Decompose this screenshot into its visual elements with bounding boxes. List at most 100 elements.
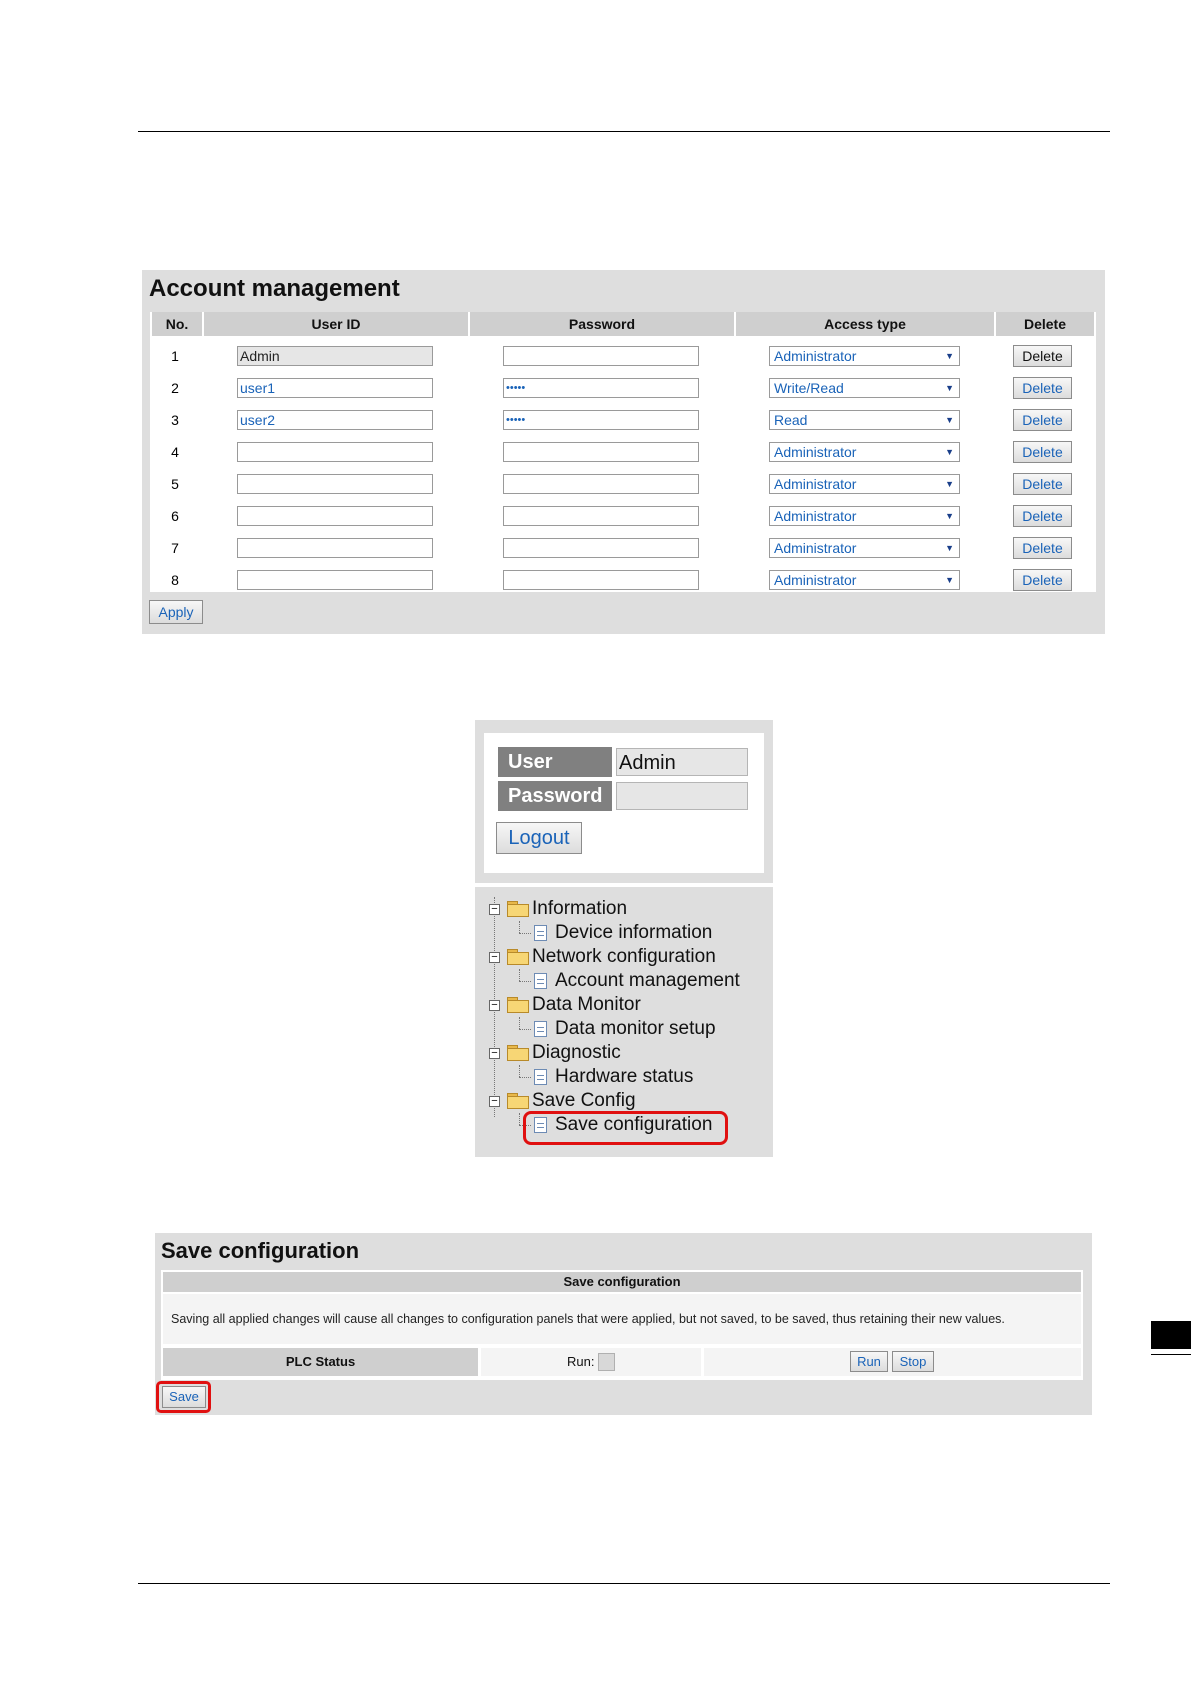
save-configuration-table: Save configuration Saving all applied ch…	[161, 1270, 1083, 1380]
user-id-input[interactable]: user2	[237, 410, 433, 430]
delete-button: Delete	[1013, 345, 1072, 367]
delete-button[interactable]: Delete	[1013, 537, 1072, 559]
tree-item-device-information[interactable]: Device information	[555, 921, 712, 945]
tree-item-information[interactable]: Information	[532, 897, 627, 921]
tree-item-network-configuration[interactable]: Network configuration	[532, 945, 716, 969]
user-id-input: Admin	[237, 346, 433, 366]
delete-button[interactable]: Delete	[1013, 569, 1072, 591]
access-type-select[interactable]: Write/Read ▼	[769, 378, 960, 398]
tree-item-save-config[interactable]: Save Config	[532, 1089, 636, 1113]
row-number: 6	[171, 508, 179, 524]
logout-button[interactable]: Logout	[496, 822, 582, 854]
password-input[interactable]: •••••	[503, 378, 699, 398]
user-id-input[interactable]: user1	[237, 378, 433, 398]
tree-connector	[519, 1017, 520, 1029]
collapse-icon[interactable]: −	[489, 1048, 500, 1059]
delete-button[interactable]: Delete	[1013, 441, 1072, 463]
delete-button[interactable]: Delete	[1013, 409, 1072, 431]
password-input[interactable]: •••••	[503, 410, 699, 430]
access-type-value: Administrator	[774, 540, 857, 556]
access-type-value: Read	[774, 412, 808, 428]
delete-button[interactable]: Delete	[1013, 377, 1072, 399]
collapse-icon[interactable]: −	[489, 1096, 500, 1107]
column-header-no: No.	[152, 312, 202, 336]
delete-button[interactable]: Delete	[1013, 505, 1072, 527]
tree-connector	[519, 969, 520, 981]
panel-title: Save configuration	[161, 1238, 360, 1263]
password-input[interactable]	[503, 506, 699, 526]
folder-icon	[507, 997, 529, 1013]
run-indicator	[598, 1353, 615, 1371]
collapse-icon[interactable]: −	[489, 1000, 500, 1011]
collapse-icon[interactable]: −	[489, 952, 500, 963]
dropdown-arrow-icon: ▼	[945, 511, 954, 521]
column-header-delete: Delete	[996, 312, 1094, 336]
folder-icon	[507, 1093, 529, 1109]
access-type-value: Administrator	[774, 476, 857, 492]
password-input[interactable]	[503, 474, 699, 494]
tree-item-data-monitor[interactable]: Data Monitor	[532, 993, 641, 1017]
plc-buttons-cell: Run Stop	[704, 1348, 1081, 1376]
side-tab-marker	[1151, 1321, 1191, 1349]
page-icon	[534, 1069, 547, 1085]
access-type-value: Administrator	[774, 348, 857, 364]
access-type-select[interactable]: Read ▼	[769, 410, 960, 430]
apply-button[interactable]: Apply	[149, 600, 203, 624]
run-label: Run:	[567, 1354, 595, 1369]
row-number: 3	[171, 412, 179, 428]
plc-status-label: PLC Status	[163, 1348, 478, 1376]
page-icon	[534, 973, 547, 989]
access-type-select[interactable]: Administrator ▼	[769, 474, 960, 494]
folder-icon	[507, 949, 529, 965]
row-number: 2	[171, 380, 179, 396]
side-tab-rule	[1151, 1354, 1191, 1355]
dropdown-arrow-icon: ▼	[945, 543, 954, 553]
column-header-password: Password	[470, 312, 734, 336]
user-id-input[interactable]	[237, 570, 433, 590]
save-description: Saving all applied changes will cause al…	[163, 1294, 1081, 1344]
tree-item-account-management[interactable]: Account management	[555, 969, 740, 993]
plc-run-cell: Run:	[481, 1348, 701, 1376]
user-label: User	[498, 747, 612, 777]
dropdown-arrow-icon: ▼	[945, 415, 954, 425]
dropdown-arrow-icon: ▼	[945, 447, 954, 457]
password-input[interactable]	[503, 570, 699, 590]
tree-item-data-monitor-setup[interactable]: Data monitor setup	[555, 1017, 716, 1041]
delete-button[interactable]: Delete	[1013, 473, 1072, 495]
account-table: No. User ID Password Access type Delete …	[150, 312, 1096, 592]
password-input[interactable]	[503, 442, 699, 462]
access-type-value: Administrator	[774, 508, 857, 524]
user-id-input[interactable]	[237, 538, 433, 558]
access-type-select[interactable]: Administrator ▼	[769, 538, 960, 558]
column-header-access-type: Access type	[736, 312, 994, 336]
row-number: 1	[171, 348, 179, 364]
password-input[interactable]	[503, 346, 699, 366]
user-id-input[interactable]	[237, 442, 433, 462]
highlight-marker	[523, 1111, 728, 1145]
tree-item-diagnostic[interactable]: Diagnostic	[532, 1041, 621, 1065]
collapse-icon[interactable]: −	[489, 904, 500, 915]
footer-rule	[138, 1583, 1110, 1584]
access-type-select[interactable]: Administrator ▼	[769, 570, 960, 590]
stop-button[interactable]: Stop	[892, 1351, 934, 1372]
dropdown-arrow-icon: ▼	[945, 383, 954, 393]
access-type-select[interactable]: Administrator ▼	[769, 506, 960, 526]
tree-item-hardware-status[interactable]: Hardware status	[555, 1065, 693, 1089]
password-field[interactable]	[616, 782, 748, 810]
user-id-input[interactable]	[237, 474, 433, 494]
save-configuration-panel: Save configuration Save configuration Sa…	[155, 1233, 1092, 1415]
panel-title: Account management	[149, 275, 400, 302]
user-id-input[interactable]	[237, 506, 433, 526]
password-input[interactable]	[503, 538, 699, 558]
section-header: Save configuration	[163, 1272, 1081, 1292]
access-type-select[interactable]: Administrator ▼	[769, 346, 960, 366]
run-button[interactable]: Run	[850, 1351, 888, 1372]
page-icon	[534, 925, 547, 941]
navigation-tree: − Information Device information − Netwo…	[475, 887, 773, 1157]
dropdown-arrow-icon: ▼	[945, 575, 954, 585]
row-number: 5	[171, 476, 179, 492]
access-type-select[interactable]: Administrator ▼	[769, 442, 960, 462]
highlight-marker	[156, 1381, 211, 1413]
tree-connector	[519, 1077, 531, 1078]
folder-icon	[507, 1045, 529, 1061]
